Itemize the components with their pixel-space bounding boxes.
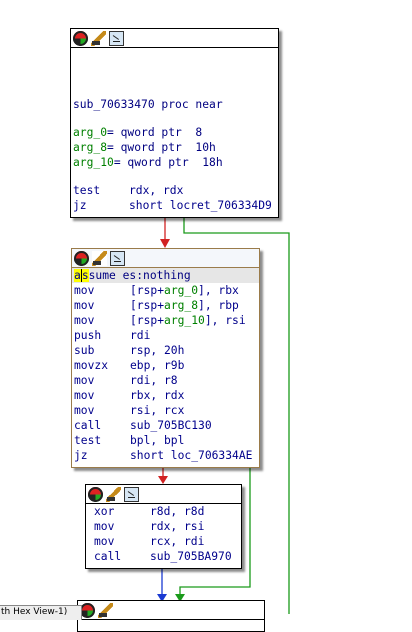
rename-node-icon[interactable] <box>98 602 113 618</box>
operands: ebp, r9b <box>130 359 185 372</box>
operands-tail: ], rsi <box>204 314 246 327</box>
operands: rdi <box>130 329 151 342</box>
arg-declaration[interactable]: arg_0= qword ptr 8 <box>71 125 278 140</box>
highlighted-text: as <box>74 269 89 282</box>
operands: sub_705BA970 <box>150 550 232 563</box>
text-cursor: s <box>80 269 89 282</box>
operands: [rsp+ <box>130 314 165 327</box>
instruction-line[interactable]: mov rdi, r8 <box>72 373 259 388</box>
node-titlebar <box>78 601 264 620</box>
instruction-line[interactable]: sub rsp, 20h <box>72 343 259 358</box>
operands-tail: ], rbp <box>198 299 239 312</box>
assume-directive[interactable]: assume es:nothing <box>72 268 259 283</box>
instruction-line[interactable]: movzx ebp, r9b <box>72 358 259 373</box>
operands: short loc_706334AE <box>130 449 253 462</box>
group-nodes-icon[interactable] <box>124 486 139 502</box>
arg-reference[interactable]: arg_0 <box>164 284 198 297</box>
node-color-icon[interactable] <box>80 602 95 618</box>
hex-view-window-tab[interactable]: th Hex View-1) <box>0 605 82 620</box>
rename-node-icon[interactable] <box>92 250 107 266</box>
mnemonic: mov <box>74 284 95 297</box>
arg-reference[interactable]: arg_8 <box>164 299 198 312</box>
mnemonic: test <box>73 184 101 197</box>
mnemonic: mov <box>94 520 115 533</box>
node-color-icon[interactable] <box>74 250 89 266</box>
instruction-line[interactable]: mov rsi, rcx <box>72 403 259 418</box>
instruction-line[interactable]: mov [rsp+arg_8], rbp <box>72 298 259 313</box>
mnemonic: test <box>74 434 102 447</box>
node-titlebar <box>72 249 259 268</box>
operands-tail: ], rbx <box>198 284 239 297</box>
instruction-line[interactable]: jz short loc_706334AE <box>72 448 259 463</box>
operands: rsi, rcx <box>130 404 185 417</box>
arg-name: arg_10 <box>73 156 114 169</box>
mnemonic: movzx <box>74 359 109 372</box>
operands: rdx, rsi <box>150 520 205 533</box>
operands: rbx, rdx <box>130 389 185 402</box>
mnemonic: call <box>94 550 122 563</box>
group-nodes-icon[interactable] <box>110 250 125 266</box>
graph-node-partial[interactable] <box>77 600 265 632</box>
instruction-line[interactable]: mov [rsp+arg_10], rsi <box>72 313 259 328</box>
instruction-line[interactable]: mov [rsp+arg_0], rbx <box>72 283 259 298</box>
node-titlebar <box>86 485 241 504</box>
arg-reference[interactable]: arg_10 <box>164 314 205 327</box>
instruction-line[interactable]: jz short locret_706334D9 <box>71 198 278 213</box>
operands: rdx, rdx <box>129 184 184 197</box>
instruction-line[interactable]: mov rcx, rdi <box>92 534 241 549</box>
arg-name: arg_0 <box>73 126 108 139</box>
instruction-line[interactable]: call sub_705BC130 <box>72 418 259 433</box>
instruction-line[interactable]: xor r8d, r8d <box>92 504 241 519</box>
edge-false-1-arrow <box>160 239 170 248</box>
mnemonic: sub <box>74 344 95 357</box>
mnemonic: call <box>74 419 102 432</box>
node-color-icon[interactable] <box>88 486 103 502</box>
mnemonic: mov <box>74 314 95 327</box>
arg-declaration[interactable]: arg_10= qword ptr 18h <box>71 155 278 170</box>
instruction-line[interactable]: mov rdx, rsi <box>92 519 241 534</box>
proc-declaration[interactable]: sub_70633470 proc near <box>71 97 278 112</box>
operands: sub_705BC130 <box>130 419 212 432</box>
mnemonic: jz <box>73 199 87 212</box>
operands: [rsp+ <box>130 299 165 312</box>
mnemonic: mov <box>74 389 95 402</box>
group-nodes-icon[interactable] <box>109 30 124 46</box>
graph-node-call[interactable]: xor r8d, r8d mov rdx, rsi mov rcx, rdi call… <box>85 484 242 569</box>
mnemonic: mov <box>94 535 115 548</box>
rename-node-icon[interactable] <box>106 486 121 502</box>
operands: short locret_706334D9 <box>129 199 272 212</box>
arg-declaration[interactable]: arg_8= qword ptr 10h <box>71 140 278 155</box>
operands: r8d, r8d <box>150 505 205 518</box>
instruction-line[interactable]: call sub_705BA970 <box>92 549 241 564</box>
rename-node-icon[interactable] <box>91 30 106 46</box>
operands: bpl, bpl <box>130 434 185 447</box>
mnemonic: push <box>74 329 102 342</box>
mnemonic: mov <box>74 404 95 417</box>
node-titlebar <box>71 29 278 48</box>
node-color-icon[interactable] <box>73 30 88 46</box>
arg-name: arg_8 <box>73 141 108 154</box>
operands: rcx, rdi <box>150 535 205 548</box>
mnemonic: xor <box>94 505 115 518</box>
mnemonic: jz <box>74 449 88 462</box>
instruction-line[interactable]: mov rbx, rdx <box>72 388 259 403</box>
graph-node-entry[interactable]: sub_70633470 proc near arg_0= qword ptr … <box>70 28 279 218</box>
operands: rsp, 20h <box>130 344 185 357</box>
mnemonic: mov <box>74 374 95 387</box>
operands: [rsp+ <box>130 284 165 297</box>
instruction-line[interactable]: push rdi <box>72 328 259 343</box>
instruction-line[interactable]: test bpl, bpl <box>72 433 259 448</box>
mnemonic: mov <box>74 299 95 312</box>
operands: rdi, r8 <box>130 374 178 387</box>
edge-false-2-arrow <box>158 476 168 484</box>
instruction-line[interactable]: test rdx, rdx <box>71 183 278 198</box>
graph-node-prologue[interactable]: assume es:nothing mov [rsp+arg_0], rbx mov… <box>71 248 260 468</box>
hex-view-title: th Hex View-1) <box>1 607 68 617</box>
